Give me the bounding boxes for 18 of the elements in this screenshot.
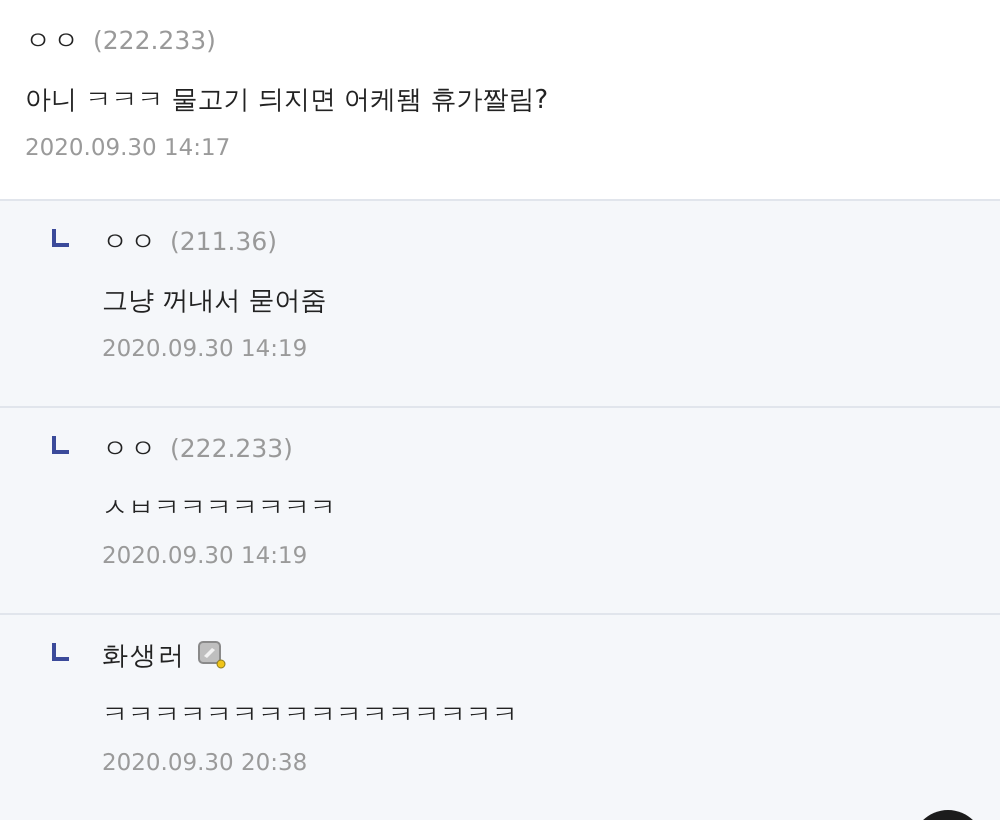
author-name[interactable]: 화생러 bbox=[102, 638, 186, 672]
comment-date: 2020.09.30 14:17 bbox=[25, 135, 232, 161]
comment-date: 2020.09.30 14:19 bbox=[102, 336, 308, 362]
reply-corner-icon bbox=[50, 227, 72, 249]
comment-date: 2020.09.30 20:38 bbox=[102, 750, 308, 776]
ip-address: (222.233) bbox=[93, 26, 216, 54]
comment-text: ㅋㅋㅋㅋㅋㅋㅋㅋㅋㅋㅋㅋㅋㅋㅋㅋ bbox=[102, 699, 518, 732]
reply-corner-icon bbox=[50, 434, 72, 456]
comment-text: 그냥 꺼내서 묻어줌 bbox=[102, 285, 327, 318]
author-name[interactable]: ㅇㅇ bbox=[25, 22, 81, 58]
comment-text: 아니 ㅋㅋㅋ 물고기 듸지면 어케됌 휴가짤림? bbox=[25, 84, 548, 117]
comment-date: 2020.09.30 14:19 bbox=[102, 543, 308, 569]
ip-address: (211.36) bbox=[170, 226, 277, 256]
comment-text: ㅅㅂㅋㅋㅋㅋㅋㅋㅋ bbox=[102, 492, 336, 525]
reply-corner-icon bbox=[50, 641, 72, 663]
author-name[interactable]: ㅇㅇ bbox=[102, 430, 158, 466]
author-name[interactable]: ㅇㅇ bbox=[102, 224, 158, 258]
ip-address: (222.233) bbox=[170, 434, 293, 462]
